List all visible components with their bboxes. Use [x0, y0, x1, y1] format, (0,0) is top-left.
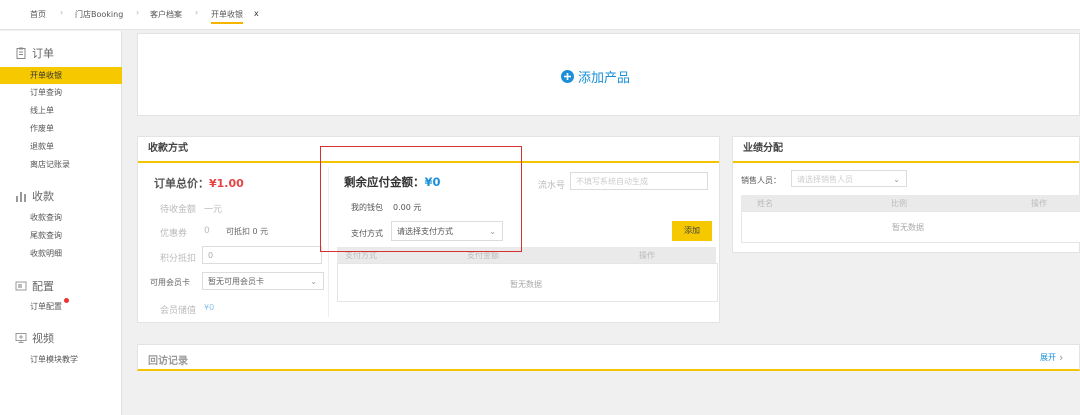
- breadcrumb-bar: 首页 › 门店Booking › 客户档案 › 开单收银 x: [0, 0, 1080, 30]
- history-title: 回访记录: [148, 356, 188, 367]
- sales-person-select[interactable]: 请选择销售人员 ⌄: [791, 170, 907, 187]
- points-label: 积分抵扣: [160, 254, 197, 264]
- clipboard-icon: [16, 47, 26, 59]
- chevron-right-icon: ›: [1059, 351, 1064, 364]
- sidebar-section-config: 配置: [15, 278, 54, 294]
- config-icon: [15, 281, 27, 291]
- sidebar-section-order: 订单: [15, 45, 54, 61]
- performance-table-col-action: 操作: [1031, 199, 1047, 208]
- stored-value-value: ¥0: [204, 303, 215, 312]
- highlight-box: [320, 146, 522, 252]
- sales-person-label: 销售人员：: [741, 176, 781, 185]
- close-tab-icon[interactable]: x: [254, 9, 259, 18]
- plus-circle-icon: [561, 70, 574, 83]
- sidebar-item-order-config[interactable]: 订单配置: [0, 298, 122, 315]
- breadcrumb-customer[interactable]: 客户档案: [150, 9, 182, 20]
- breadcrumb-separator: ›: [136, 8, 140, 17]
- add-product-button[interactable]: 添加产品: [561, 67, 630, 86]
- sidebar: 订单 开单收银 订单查询 线上单 作废单 退款单 离店记账录 收款 收款查询 尾…: [0, 31, 122, 415]
- notification-dot: [64, 298, 69, 303]
- chevron-down-icon: ⌄: [310, 277, 317, 286]
- monitor-icon: [15, 333, 27, 343]
- performance-table-body: 暂无数据: [741, 211, 1080, 243]
- sidebar-section-payment: 收款: [15, 188, 54, 204]
- sidebar-item-online-order[interactable]: 线上单: [0, 102, 122, 119]
- sidebar-item-departure-record[interactable]: 离店记账录: [0, 156, 122, 173]
- performance-panel-title: 业绩分配: [733, 137, 1079, 163]
- serial-number-input[interactable]: 不填写系统自动生成: [570, 172, 708, 190]
- member-card-select[interactable]: 暂无可用会员卡 ⌄: [202, 272, 324, 290]
- member-card-label: 可用会员卡: [150, 278, 190, 287]
- expand-button[interactable]: 展开 ›: [1040, 351, 1063, 364]
- breadcrumb-home[interactable]: 首页: [30, 9, 46, 20]
- history-panel: 回访记录 展开 ›: [137, 344, 1080, 371]
- payment-table-empty: 暂无数据: [510, 280, 542, 289]
- breadcrumb-booking[interactable]: 门店Booking: [75, 9, 123, 20]
- coupon-value: 0: [204, 226, 210, 236]
- sidebar-item-order-tutorial[interactable]: 订单模块教学: [0, 351, 122, 368]
- serial-number-label: 流水号: [538, 181, 566, 191]
- points-input[interactable]: 0: [202, 246, 322, 264]
- add-payment-button[interactable]: 添加: [672, 221, 712, 241]
- performance-table-empty: 暂无数据: [892, 223, 924, 232]
- sidebar-item-refund-order[interactable]: 退款单: [0, 138, 122, 155]
- coupon-label: 优惠券: [160, 229, 188, 239]
- order-total: 订单总价：¥1.00: [154, 177, 244, 190]
- stored-value-label: 会员储值: [160, 306, 197, 316]
- chevron-down-icon: ⌄: [893, 175, 900, 184]
- payment-table-col-action: 操作: [639, 251, 655, 260]
- payment-table-body: 暂无数据: [337, 263, 718, 302]
- performance-table-header: 姓名 比例 操作: [741, 195, 1080, 211]
- due-amount-label: 待收金额: [160, 205, 197, 215]
- breadcrumb-separator: ›: [60, 8, 64, 17]
- sidebar-item-checkout[interactable]: 开单收银: [0, 67, 122, 84]
- breadcrumb-checkout[interactable]: 开单收银: [211, 9, 243, 24]
- breadcrumb-separator: ›: [195, 8, 199, 17]
- sidebar-item-payment-detail[interactable]: 收款明细: [0, 245, 122, 262]
- sidebar-item-void-order[interactable]: 作废单: [0, 120, 122, 137]
- coupon-note: 可抵扣 0 元: [226, 227, 269, 236]
- sidebar-section-video: 视频: [15, 330, 54, 346]
- performance-table-col-ratio: 比例: [891, 199, 907, 208]
- sidebar-item-order-query[interactable]: 订单查询: [0, 84, 122, 101]
- bar-chart-icon: [16, 192, 26, 202]
- sidebar-item-payment-query[interactable]: 收款查询: [0, 209, 122, 226]
- due-amount-value: 一元: [204, 205, 223, 215]
- sidebar-item-balance-query[interactable]: 尾款查询: [0, 227, 122, 244]
- performance-panel: 业绩分配 销售人员： 请选择销售人员 ⌄ 姓名 比例 操作 暂无数据: [732, 136, 1080, 253]
- performance-table-col-name: 姓名: [757, 199, 773, 208]
- order-total-value: ¥1.00: [209, 177, 244, 190]
- add-product-label: 添加产品: [578, 71, 631, 86]
- add-product-panel: 添加产品: [137, 33, 1080, 116]
